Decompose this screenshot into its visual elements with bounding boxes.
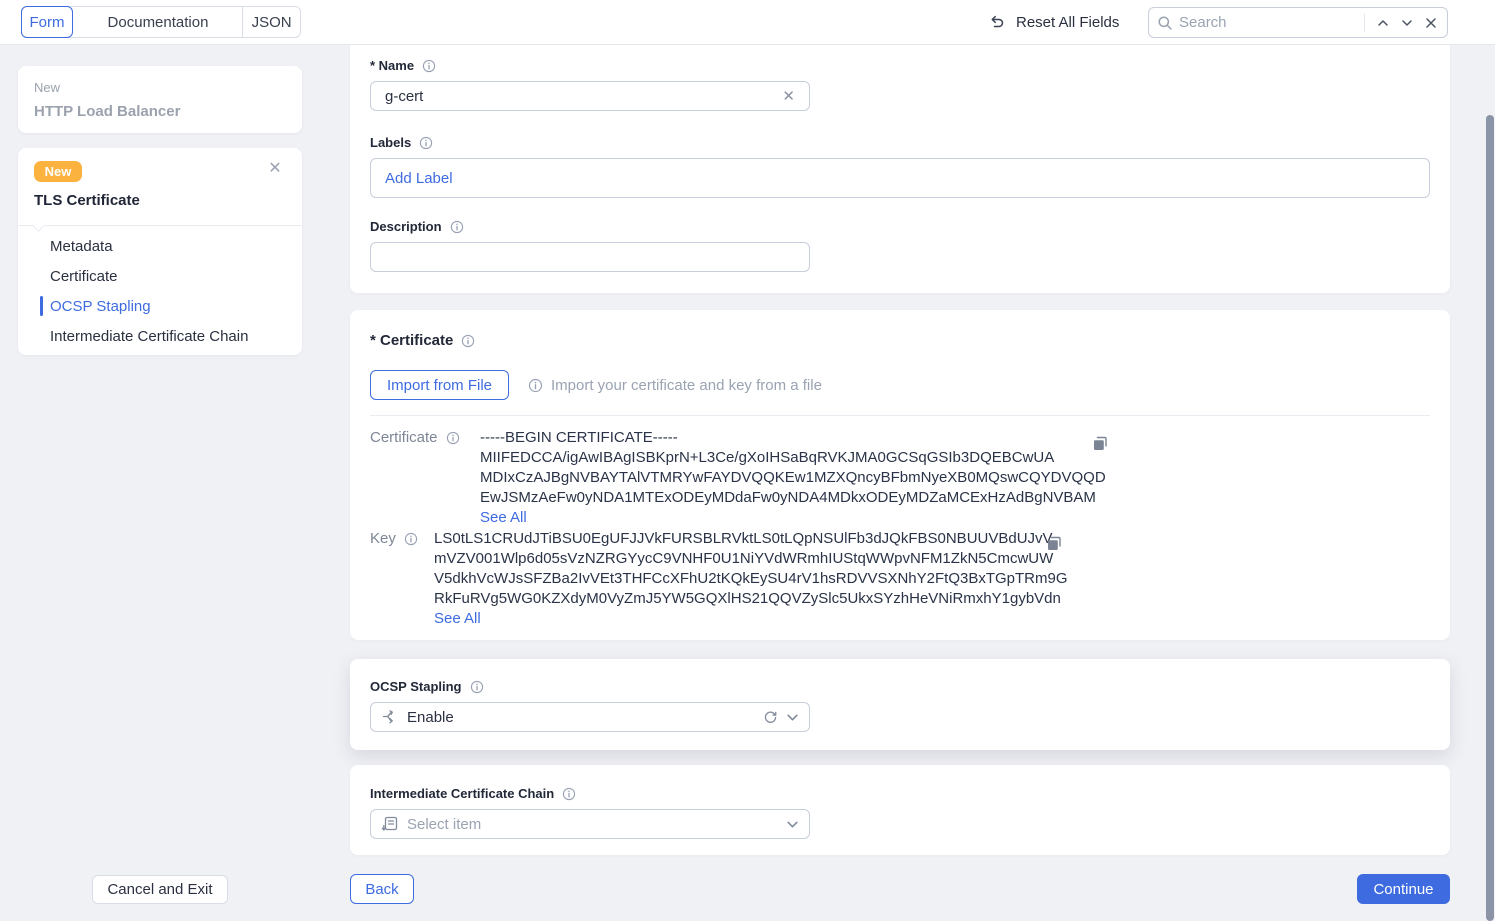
import-hint-row: Import your certificate and key from a f… (528, 377, 822, 394)
name-input[interactable] (383, 87, 780, 106)
key-see-all-link[interactable]: See All (434, 609, 1068, 629)
description-label: Description (370, 219, 442, 234)
search-input[interactable] (1177, 13, 1358, 32)
description-label-row: Description (370, 219, 464, 234)
intermediate-chain-section: Intermediate Certificate Chain Select it… (350, 765, 1450, 855)
chevron-down-icon (786, 818, 799, 831)
new-badge: New (34, 161, 82, 182)
copy-certificate-icon[interactable] (1092, 436, 1108, 452)
search-box (1148, 7, 1448, 38)
add-label-button[interactable]: Add Label (385, 170, 453, 187)
certificate-line: EwJSMzAeFw0yNDA1MTExODEyMDdaFw0yNDA4MDkx… (480, 488, 1106, 508)
certificate-label: Certificate (370, 429, 438, 446)
certificate-value: -----BEGIN CERTIFICATE----- MIIFEDCCA/ig… (480, 428, 1106, 528)
search-next-button[interactable] (1395, 11, 1419, 35)
key-line: mVZV001Wlp6d05sVzNZRGYycC9VNHF0U1NiYVdWR… (434, 549, 1068, 569)
certificate-line: MDIxCzAJBgNVBAYTAlVTMRYwFAYDVQQKEw1MZXQn… (480, 468, 1106, 488)
key-label: Key (370, 530, 396, 547)
cancel-and-exit-button[interactable]: Cancel and Exit (92, 875, 228, 904)
reset-all-fields-label: Reset All Fields (1016, 14, 1119, 31)
info-icon[interactable] (404, 532, 418, 546)
fork-arrow-icon (381, 708, 399, 726)
name-label-row: * Name (370, 58, 436, 73)
info-icon[interactable] (470, 680, 484, 694)
card-title-tls-certificate: TLS Certificate (34, 192, 140, 209)
sidebar-card-http-load-balancer[interactable]: New HTTP Load Balancer (18, 66, 302, 133)
reset-all-fields-button[interactable]: Reset All Fields (988, 0, 1119, 45)
key-line: LS0tLS1CRUdJTiBSU0EgUFJJVkFURSBLRVktLS0t… (434, 529, 1068, 549)
ocsp-label-row: OCSP Stapling (370, 679, 484, 694)
view-switcher: Form Documentation JSON (21, 6, 301, 38)
labels-label: Labels (370, 135, 411, 150)
continue-button[interactable]: Continue (1357, 874, 1450, 904)
close-icon[interactable]: ✕ (266, 160, 284, 178)
clear-name-icon[interactable]: ✕ (780, 87, 797, 105)
metadata-section: * Name ✕ Labels Add Label Description (350, 45, 1450, 293)
certificate-line: MIIFEDCCA/igAwIBAgISBKprN+L3Ce/gXoIHSaBq… (480, 448, 1106, 468)
certificate-list-icon (381, 815, 399, 833)
sidebar-card-tls-certificate: New ✕ TLS Certificate Metadata Certifica… (18, 148, 302, 355)
certificate-section: * Certificate Import from File Import yo… (350, 310, 1450, 640)
labels-box: Add Label (370, 158, 1430, 198)
ocsp-label: OCSP Stapling (370, 679, 462, 694)
scrollbar-thumb[interactable] (1486, 115, 1494, 921)
chain-select[interactable]: Select item (370, 809, 810, 839)
key-line: V5dkhVcWJsSFZBa2IvVEt3THFCcXFhU2tKQkEySU… (434, 569, 1068, 589)
name-field-wrap: ✕ (370, 81, 810, 111)
key-value: LS0tLS1CRUdJTiBSU0EgUFJJVkFURSBLRVktLS0t… (434, 529, 1068, 629)
chain-label: Intermediate Certificate Chain (370, 786, 554, 801)
certificate-row-label: Certificate (370, 429, 460, 446)
description-input[interactable] (383, 248, 797, 267)
info-icon[interactable] (562, 787, 576, 801)
top-bar: Form Documentation JSON Reset All Fields (0, 0, 1495, 45)
certificate-line: -----BEGIN CERTIFICATE----- (480, 428, 1106, 448)
import-from-file-button[interactable]: Import from File (370, 370, 509, 400)
labels-label-row: Labels (370, 135, 433, 150)
search-icon (1153, 11, 1177, 35)
info-icon[interactable] (422, 59, 436, 73)
sidebar-item-certificate[interactable]: Certificate (50, 268, 118, 284)
tab-form[interactable]: Form (21, 6, 73, 38)
info-icon[interactable] (461, 334, 475, 348)
refresh-icon[interactable] (763, 710, 778, 725)
sidebar-item-ocsp-stapling[interactable]: OCSP Stapling (50, 298, 151, 314)
search-prev-button[interactable] (1371, 11, 1395, 35)
tab-documentation[interactable]: Documentation (74, 7, 243, 37)
info-icon[interactable] (450, 220, 464, 234)
certificate-heading: * Certificate (370, 332, 453, 349)
sidebar-item-intermediate-certificate-chain[interactable]: Intermediate Certificate Chain (50, 328, 248, 344)
search-close-button[interactable] (1419, 11, 1443, 35)
info-icon[interactable] (419, 136, 433, 150)
ocsp-stapling-section: OCSP Stapling Enable (350, 659, 1450, 750)
section-divider (370, 415, 1430, 416)
ocsp-selected-value: Enable (407, 709, 755, 726)
info-icon[interactable] (446, 431, 460, 445)
ocsp-select[interactable]: Enable (370, 702, 810, 732)
chain-placeholder: Select item (407, 816, 778, 833)
tab-json[interactable]: JSON (243, 7, 300, 37)
sidebar-divider (18, 225, 302, 226)
sidebar-divider-notch (32, 219, 45, 232)
description-field-wrap (370, 242, 810, 272)
key-row-label: Key (370, 530, 418, 547)
import-hint-text: Import your certificate and key from a f… (551, 377, 822, 394)
page: Form Documentation JSON Reset All Fields (0, 0, 1495, 921)
certificate-heading-row: * Certificate (370, 332, 475, 349)
search-divider (1364, 14, 1365, 32)
card-eyebrow: New (34, 80, 60, 95)
back-button[interactable]: Back (350, 874, 414, 904)
certificate-see-all-link[interactable]: See All (480, 508, 1106, 528)
chevron-down-icon (786, 711, 799, 724)
active-item-indicator (40, 296, 43, 316)
chain-label-row: Intermediate Certificate Chain (370, 786, 576, 801)
key-line: RkFuRVg5WG0KZXdyM0VyZmJ5YW5GQXlHS21QQVZy… (434, 589, 1068, 609)
undo-icon (988, 14, 1006, 32)
sidebar-item-metadata[interactable]: Metadata (50, 238, 113, 254)
info-icon (528, 378, 543, 393)
name-label: * Name (370, 58, 414, 73)
card-title-http-load-balancer: HTTP Load Balancer (34, 103, 180, 120)
copy-key-icon[interactable] (1046, 536, 1062, 552)
